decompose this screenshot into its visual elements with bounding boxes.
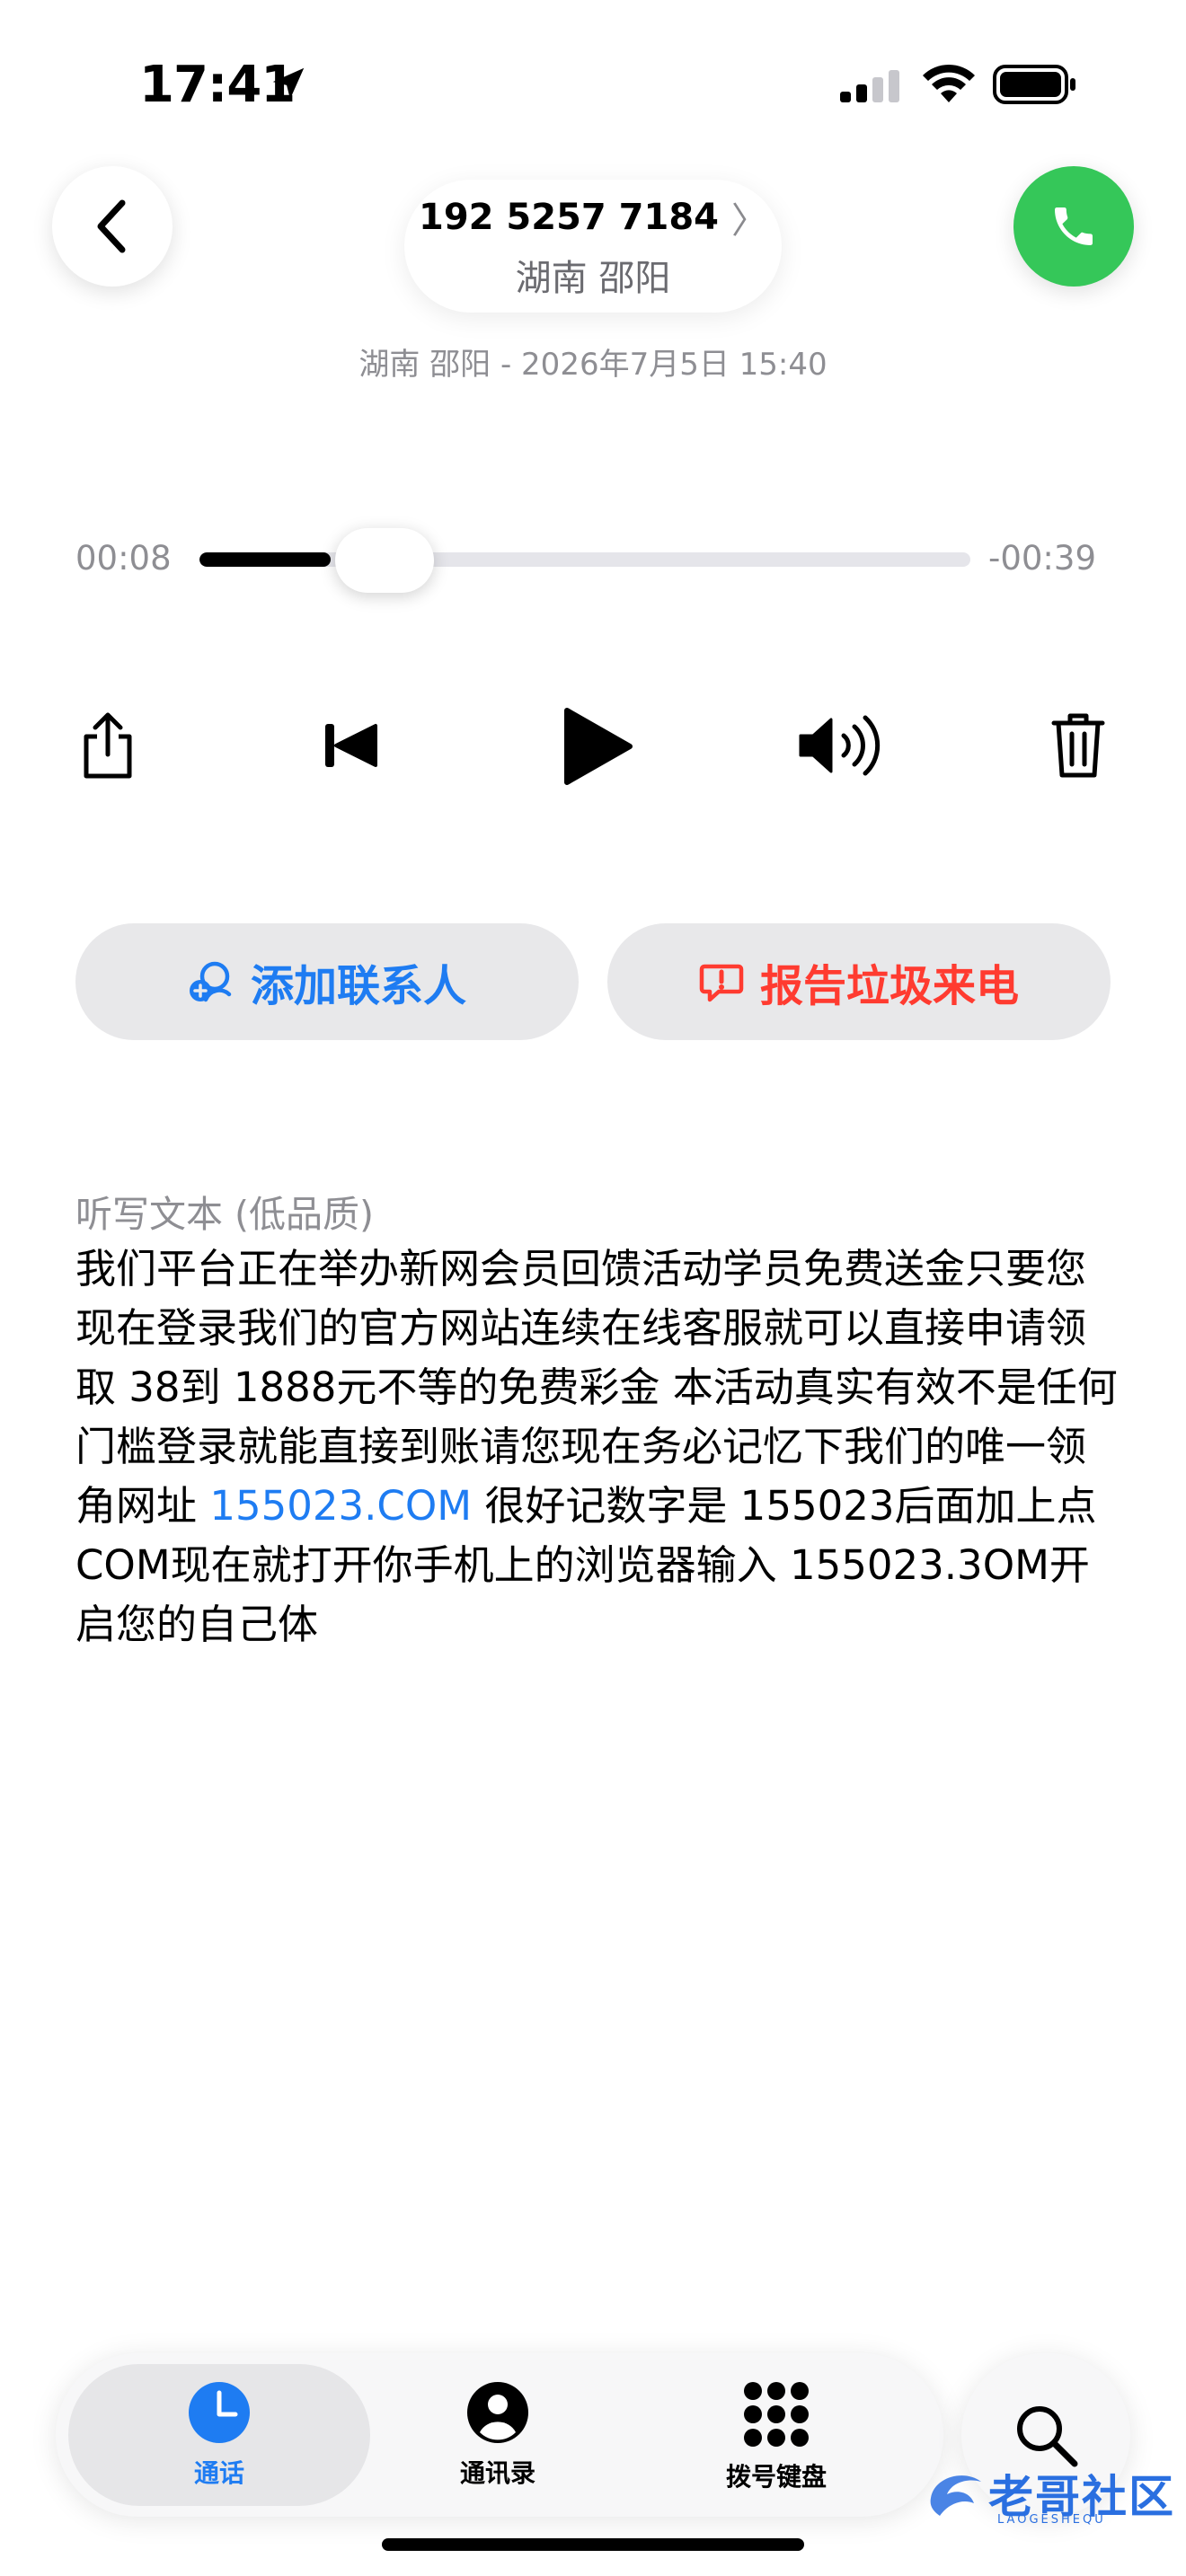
- skip-back-button[interactable]: [305, 701, 395, 790]
- add-contact-icon: [189, 961, 232, 1002]
- call-button[interactable]: [1013, 166, 1134, 287]
- cellular-signal-icon: [840, 70, 903, 110]
- report-spam-label: 报告垃圾来电: [759, 961, 1019, 1011]
- add-contact-button[interactable]: 添加联系人: [75, 923, 579, 1040]
- playback-scrubber[interactable]: [199, 552, 970, 567]
- speaker-button[interactable]: [791, 701, 890, 790]
- caller-info-button[interactable]: 192 5257 7184 〉 湖南 邵阳: [404, 180, 782, 313]
- tab-contacts-label: 通讯录: [459, 2458, 535, 2488]
- tab-keypad[interactable]: 拨号键盘: [668, 2380, 884, 2497]
- back-button[interactable]: [52, 166, 173, 287]
- caller-number-row: 192 5257 7184 〉: [419, 191, 767, 243]
- trash-icon: [1051, 713, 1105, 778]
- skip-back-icon: [325, 724, 377, 767]
- tab-calls-label: 通话: [193, 2458, 244, 2488]
- transcript-link[interactable]: 155023.COM: [209, 1482, 472, 1530]
- play-button[interactable]: [548, 697, 647, 796]
- exclamation-bubble-icon: [699, 964, 744, 1002]
- call-date-subtitle: 湖南 邵阳 - 2026年7月5日 15:40: [358, 347, 828, 383]
- share-icon: [84, 712, 132, 779]
- chevron-right-icon: 〉: [731, 200, 767, 242]
- watermark-logo: 老哥社区 LAOGESHEQU: [925, 2461, 1175, 2527]
- keypad-icon: [744, 2382, 809, 2447]
- watermark-subtext: LAOGESHEQU: [997, 2513, 1106, 2527]
- tab-calls[interactable]: 通话: [111, 2380, 327, 2497]
- battery-icon: [993, 65, 1077, 108]
- caller-region: 湖南 邵阳: [515, 258, 671, 299]
- transcript-text: 我们平台正在举办新网会员回馈活动学员免费送金只要您现在登录我们的官方网站连续在线…: [75, 1239, 1118, 1654]
- person-circle-icon: [467, 2382, 528, 2443]
- share-button[interactable]: [63, 701, 153, 790]
- home-indicator[interactable]: [382, 2538, 804, 2551]
- location-arrow-icon: [268, 63, 309, 108]
- search-icon: [1017, 2406, 1078, 2467]
- delete-button[interactable]: [1033, 701, 1123, 790]
- phone-icon: [1055, 207, 1093, 245]
- scrubber-thumb[interactable]: [334, 528, 434, 593]
- dragon-logo-icon: [930, 2475, 981, 2516]
- add-contact-label: 添加联系人: [250, 961, 466, 1011]
- tab-contacts[interactable]: 通讯录: [390, 2380, 606, 2497]
- play-icon: [564, 708, 633, 785]
- tab-keypad-label: 拨号键盘: [725, 2462, 827, 2492]
- elapsed-time: 00:08: [75, 539, 172, 578]
- remaining-time: -00:39: [988, 539, 1096, 578]
- clock-icon: [189, 2382, 250, 2443]
- chevron-left-icon: [97, 199, 126, 253]
- caller-number: 192 5257 7184: [418, 197, 719, 238]
- scrubber-progress: [199, 552, 331, 567]
- transcript-label: 听写文本 (低品质): [75, 1193, 375, 1236]
- wifi-icon: [921, 63, 977, 110]
- speaker-icon: [799, 715, 881, 776]
- report-spam-button[interactable]: 报告垃圾来电: [607, 923, 1111, 1040]
